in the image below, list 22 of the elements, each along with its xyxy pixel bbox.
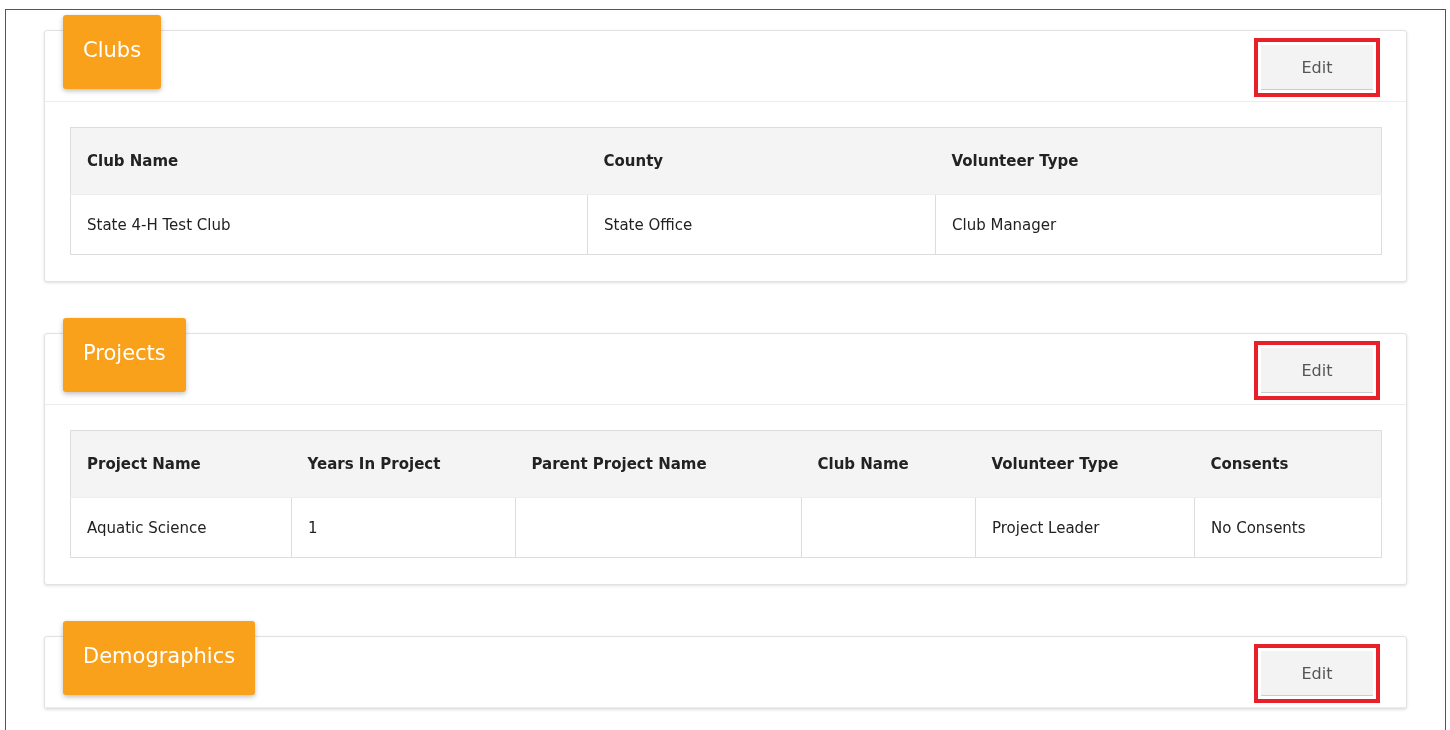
section-title: Clubs	[63, 15, 162, 89]
column-header: Project Name	[70, 430, 292, 498]
table-cell: No Consents	[1194, 497, 1382, 558]
section-title: Demographics	[63, 621, 256, 695]
table-cell: State Office	[587, 194, 936, 255]
column-header: Club Name	[801, 430, 976, 498]
edit-button[interactable]: Edit	[1261, 651, 1373, 696]
section-title: Projects	[63, 318, 186, 392]
column-header: Volunteer Type	[975, 430, 1195, 498]
table-cell: State 4-H Test Club	[70, 194, 588, 255]
table-cell: Aquatic Science	[70, 497, 292, 558]
table-cell: Club Manager	[935, 194, 1382, 255]
column-header: Volunteer Type	[935, 127, 1382, 195]
table-cell: Project Leader	[975, 497, 1195, 558]
column-header: Club Name	[70, 127, 588, 195]
column-header: Consents	[1194, 430, 1382, 498]
edit-button[interactable]: Edit	[1261, 348, 1373, 393]
column-header: County	[587, 127, 936, 195]
column-header: Parent Project Name	[515, 430, 802, 498]
column-header: Years In Project	[291, 430, 516, 498]
edit-button[interactable]: Edit	[1261, 45, 1373, 90]
table-cell: 1	[291, 497, 516, 558]
